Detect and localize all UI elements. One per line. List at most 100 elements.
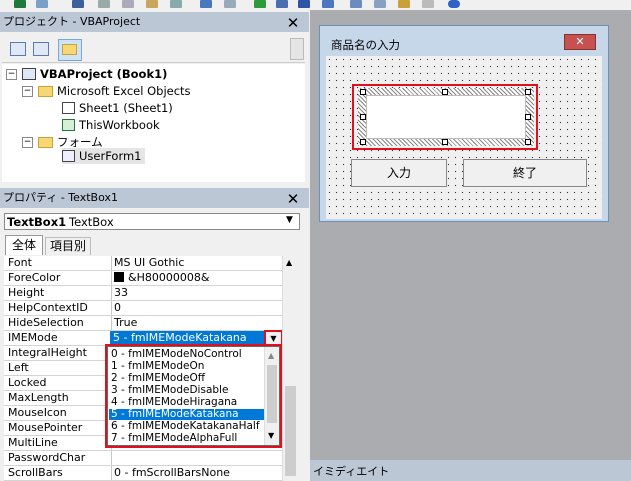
color-swatch: [114, 272, 124, 282]
property-row[interactable]: ScrollBars 0 - fmScrollBarsNone: [4, 466, 282, 481]
object-browser-icon[interactable]: [398, 0, 410, 8]
input-button[interactable]: 入力: [351, 159, 447, 187]
scroll-thumb[interactable]: [285, 386, 296, 476]
save-icon[interactable]: [72, 0, 84, 8]
property-name: MultiLine: [8, 436, 58, 449]
collapse-icon[interactable]: −: [6, 69, 17, 80]
folder-open-icon: [38, 137, 53, 148]
chevron-down-icon[interactable]: ▼: [286, 215, 293, 225]
dropdown-option[interactable]: 1 - fmIMEModeOn: [111, 361, 204, 372]
imemode-value-selected[interactable]: 5 - fmIMEModeKatakana: [110, 331, 267, 345]
toggle-folders-button[interactable]: [58, 39, 82, 61]
properties-icon[interactable]: [374, 0, 386, 8]
tab-categorized[interactable]: 項目別: [45, 237, 91, 255]
resize-handle[interactable]: [525, 89, 531, 95]
view-object-icon[interactable]: [33, 42, 49, 56]
break-icon[interactable]: [276, 0, 288, 8]
dropdown-option[interactable]: 2 - fmIMEModeOff: [111, 373, 205, 384]
scroll-up-icon[interactable]: ▲: [286, 258, 292, 267]
properties-panel-title: プロパティ - TextBox1: [0, 188, 309, 208]
property-value-color: &H80000008&: [114, 271, 209, 285]
resize-handle[interactable]: [360, 139, 366, 145]
tree-sheet1-label: Sheet1 (Sheet1): [79, 101, 173, 115]
tree-workbook[interactable]: ThisWorkbook: [62, 117, 160, 133]
object-select[interactable]: TextBox1 TextBox ▼: [4, 213, 300, 230]
resize-handle[interactable]: [525, 114, 531, 120]
property-value: &H80000008&: [128, 271, 210, 284]
properties-close-icon[interactable]: ✕: [285, 191, 301, 207]
resize-handle[interactable]: [442, 139, 448, 145]
dropdown-option[interactable]: 6 - fmIMEModeKatakanaHalf: [111, 421, 260, 432]
form-close-icon[interactable]: ✕: [564, 34, 596, 50]
resize-handle[interactable]: [442, 89, 448, 95]
resize-handle[interactable]: [360, 89, 366, 95]
end-button[interactable]: 終了: [463, 159, 587, 187]
property-row[interactable]: HideSelection True: [4, 316, 282, 331]
scroll-up-icon[interactable]: ▲: [268, 351, 274, 360]
property-row[interactable]: Font MS UI Gothic: [4, 256, 282, 271]
imemode-dropdown-list[interactable]: 0 - fmIMEModeNoControl 1 - fmIMEModeOn 2…: [107, 346, 280, 446]
property-name: Height: [8, 286, 45, 299]
dropdown-scrollbar[interactable]: ▲ ▼: [264, 347, 279, 445]
tab-categorized-label: 項目別: [49, 239, 86, 253]
find-icon[interactable]: [170, 0, 182, 8]
toolbox-icon[interactable]: [422, 0, 434, 8]
reset-icon[interactable]: [298, 0, 310, 8]
view-code-icon[interactable]: [10, 42, 26, 56]
scroll-down-icon[interactable]: ▼: [268, 431, 274, 440]
collapse-icon[interactable]: −: [22, 86, 33, 97]
tree-excel-objects-label: Microsoft Excel Objects: [57, 84, 191, 98]
resize-handle[interactable]: [525, 139, 531, 145]
dropdown-option[interactable]: 0 - fmIMEModeNoControl: [111, 349, 242, 360]
cut-icon[interactable]: [98, 0, 110, 8]
object-name: TextBox1: [7, 215, 67, 229]
properties-title-text: プロパティ - TextBox1: [3, 191, 118, 204]
tree-forms-label: フォーム: [57, 135, 103, 149]
userform-caption: 商品名の入力: [331, 38, 400, 52]
property-value: MS UI Gothic: [114, 256, 185, 269]
property-row[interactable]: PasswordChar: [4, 451, 282, 466]
tree-excel-objects[interactable]: Microsoft Excel Objects: [38, 83, 191, 99]
copy-icon[interactable]: [122, 0, 134, 8]
tab-alphabetic[interactable]: 全体: [5, 235, 43, 255]
vba-project-icon: [22, 68, 36, 80]
help-icon[interactable]: [448, 0, 460, 8]
project-close-icon[interactable]: ✕: [285, 15, 301, 31]
paste-icon[interactable]: [146, 0, 158, 8]
dropdown-option[interactable]: 3 - fmIMEModeDisable: [111, 385, 228, 396]
excel-icon[interactable]: [14, 0, 26, 8]
property-row-imemode[interactable]: IMEMode 5 - fmIMEModeKatakana ▼: [4, 330, 282, 348]
dropdown-option[interactable]: 4 - fmIMEModeHiragana: [111, 397, 237, 408]
resize-handle[interactable]: [360, 114, 366, 120]
explorer-icon[interactable]: [350, 0, 362, 8]
scroll-thumb[interactable]: [267, 365, 277, 423]
sheet-icon: [62, 102, 75, 114]
userform-icon: [62, 150, 75, 162]
tree-workbook-label: ThisWorkbook: [79, 118, 160, 132]
property-row[interactable]: ForeColor &H80000008&: [4, 271, 282, 286]
insert-icon[interactable]: [36, 0, 48, 8]
dropdown-option-selected[interactable]: 5 - fmIMEModeKatakana: [109, 409, 265, 420]
redo-icon[interactable]: [224, 0, 236, 8]
undo-icon[interactable]: [200, 0, 212, 8]
input-button-label: 入力: [386, 166, 411, 180]
collapse-icon[interactable]: −: [22, 137, 33, 148]
design-icon[interactable]: [322, 0, 334, 8]
dropdown-option[interactable]: 7 - fmIMEModeAlphaFull: [111, 433, 237, 444]
property-row[interactable]: Height 33: [4, 286, 282, 301]
grid-scrollbar[interactable]: ▲: [282, 256, 298, 481]
tree-root-label: VBAProject (Book1): [40, 67, 168, 81]
property-row[interactable]: HelpContextID 0: [4, 301, 282, 316]
folder-icon: [62, 44, 77, 55]
tree-sheet1[interactable]: Sheet1 (Sheet1): [62, 100, 173, 116]
object-type: TextBox: [69, 215, 114, 229]
immediate-title-text: イミディエイト: [313, 465, 390, 478]
textbox1[interactable]: [366, 95, 526, 139]
tree-userform[interactable]: UserForm1: [62, 148, 145, 164]
project-scrollbar[interactable]: [290, 38, 304, 60]
workbook-icon: [62, 119, 75, 131]
property-name: PasswordChar: [8, 451, 86, 464]
property-name: Left: [8, 361, 29, 374]
tree-root[interactable]: VBAProject (Book1): [22, 66, 167, 82]
run-icon[interactable]: [254, 0, 266, 8]
